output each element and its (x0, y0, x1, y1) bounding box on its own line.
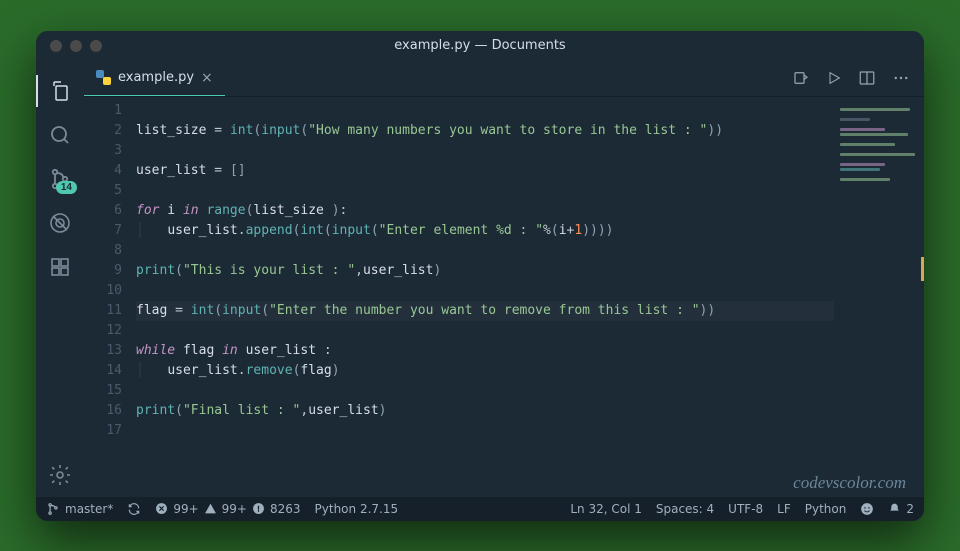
compare-changes-icon[interactable] (792, 69, 810, 87)
code-line[interactable] (136, 281, 834, 301)
status-language[interactable]: Python (805, 502, 847, 516)
code-line[interactable]: print("Final list : ",user_list) (136, 401, 834, 421)
code-line[interactable]: for i in range(list_size ): (136, 201, 834, 221)
code-line[interactable] (136, 421, 834, 441)
scm-badge: 14 (56, 181, 77, 194)
status-encoding[interactable]: UTF-8 (728, 502, 763, 516)
tab-label: example.py (118, 70, 194, 85)
code-line[interactable]: flag = int(input("Enter the number you w… (136, 301, 834, 321)
python-file-icon (96, 70, 111, 85)
status-problems[interactable]: 99+ 99+ 8263 (155, 502, 300, 516)
run-icon[interactable] (826, 70, 842, 86)
code-line[interactable] (136, 181, 834, 201)
split-editor-icon[interactable] (858, 69, 876, 87)
activity-bar: 14 (36, 61, 84, 497)
status-notifications[interactable]: 2 (888, 502, 914, 516)
settings-gear-icon[interactable] (36, 453, 84, 497)
tab-example-py[interactable]: example.py × (84, 61, 225, 96)
code-content[interactable]: list_size = int(input("How many numbers … (136, 97, 834, 497)
code-line[interactable]: list_size = int(input("How many numbers … (136, 121, 834, 141)
minimap[interactable] (834, 97, 924, 497)
code-line[interactable]: while flag in user_list : (136, 341, 834, 361)
code-line[interactable]: │ user_list.append(int(input("Enter elem… (136, 221, 834, 241)
debug-icon[interactable] (36, 201, 84, 245)
code-line[interactable] (136, 101, 834, 121)
explorer-icon[interactable] (36, 69, 84, 113)
editor-actions (792, 61, 924, 96)
status-branch[interactable]: master* (46, 502, 113, 516)
more-actions-icon[interactable] (892, 69, 910, 87)
status-eol[interactable]: LF (777, 502, 791, 516)
minimap-change-indicator (921, 257, 924, 281)
tab-bar: example.py × (84, 61, 924, 97)
status-indent[interactable]: Spaces: 4 (656, 502, 714, 516)
maximize-window-icon[interactable] (90, 40, 102, 52)
watermark: codevscolor.com (793, 473, 906, 493)
close-window-icon[interactable] (50, 40, 62, 52)
status-feedback-icon[interactable] (860, 502, 874, 516)
code-line[interactable] (136, 241, 834, 261)
titlebar: example.py — Documents (36, 31, 924, 61)
window-body: 14 example.py × (36, 61, 924, 497)
code-line[interactable] (136, 321, 834, 341)
search-icon[interactable] (36, 113, 84, 157)
tab-close-icon[interactable]: × (201, 70, 213, 86)
status-cursor[interactable]: Ln 32, Col 1 (570, 502, 642, 516)
editor-group: example.py × (84, 61, 924, 497)
window-title: example.py — Documents (36, 38, 924, 53)
status-sync-icon[interactable] (127, 502, 141, 516)
code-line[interactable]: user_list = [] (136, 161, 834, 181)
extensions-icon[interactable] (36, 245, 84, 289)
code-editor[interactable]: 1234567891011121314151617 list_size = in… (84, 97, 924, 497)
status-bar: master* 99+ 99+ 8263 Python 2.7.15 Ln 32… (36, 497, 924, 521)
status-interpreter[interactable]: Python 2.7.15 (315, 502, 399, 516)
line-number-gutter: 1234567891011121314151617 (84, 97, 136, 497)
code-line[interactable]: print("This is your list : ",user_list) (136, 261, 834, 281)
code-line[interactable] (136, 381, 834, 401)
code-line[interactable]: │ user_list.remove(flag) (136, 361, 834, 381)
source-control-icon[interactable]: 14 (36, 157, 84, 201)
minimize-window-icon[interactable] (70, 40, 82, 52)
vscode-window: example.py — Documents 14 (36, 31, 924, 521)
code-line[interactable] (136, 141, 834, 161)
traffic-lights (36, 40, 102, 52)
